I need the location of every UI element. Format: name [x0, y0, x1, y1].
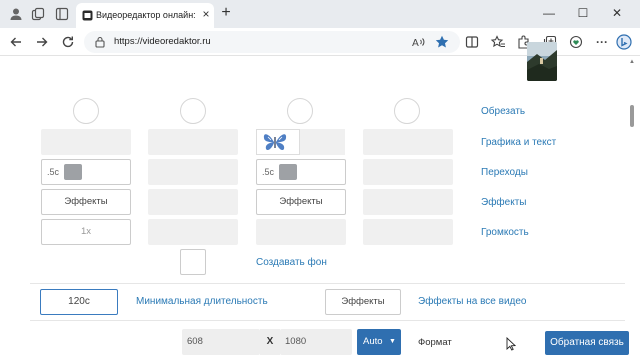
svg-text:A: A: [412, 38, 419, 49]
tab-bar: Видеоредактор онлайн: обрезать × + — ☐ ✕: [0, 0, 640, 28]
transition-seconds[interactable]: .5c: [47, 167, 59, 177]
transition-swatch[interactable]: [64, 164, 82, 180]
profile-icon[interactable]: [8, 6, 24, 22]
feedback-button[interactable]: Обратная связь: [545, 331, 629, 355]
browser-tab[interactable]: Видеоредактор онлайн: обрезать ×: [76, 3, 214, 28]
url-text[interactable]: https://videoredaktor.ru: [114, 36, 211, 47]
effects-placeholder[interactable]: [148, 189, 238, 215]
transitions-link[interactable]: Переходы: [481, 167, 528, 178]
clip-select-radio[interactable]: [394, 98, 420, 124]
address-bar[interactable]: https://videoredaktor.ru: [84, 31, 460, 53]
clip-select-radio[interactable]: [73, 98, 99, 124]
minimize-icon[interactable]: —: [540, 5, 558, 21]
volume-placeholder[interactable]: [148, 219, 238, 245]
transition-box[interactable]: .5c: [41, 159, 131, 185]
crop-link[interactable]: Обрезать: [481, 106, 525, 117]
auto-dropdown-button[interactable]: Auto ▼: [357, 329, 401, 355]
scrollbar-thumb[interactable]: [630, 105, 634, 127]
forward-arrow-icon[interactable]: [34, 34, 50, 50]
effects-link[interactable]: Эффекты: [481, 197, 526, 208]
height-input[interactable]: 1080: [280, 329, 352, 355]
butterfly-graphic-image[interactable]: [256, 129, 300, 155]
site-favicon-icon: [82, 10, 93, 21]
split-screen-icon[interactable]: [464, 34, 480, 50]
transition-placeholder[interactable]: [363, 159, 453, 185]
more-icon[interactable]: ···: [594, 34, 610, 50]
format-label: Формат: [418, 337, 452, 348]
scroll-up-arrow-icon[interactable]: ▲: [629, 59, 635, 65]
favorites-icon[interactable]: [490, 34, 506, 50]
min-duration-link[interactable]: Минимальная длительность: [136, 296, 268, 307]
width-value[interactable]: 608: [187, 336, 203, 347]
duration-input[interactable]: 120с: [40, 289, 118, 315]
clip-select-radio[interactable]: [180, 98, 206, 124]
feedback-heart-icon[interactable]: [568, 34, 584, 50]
graphics-placeholder[interactable]: [41, 129, 131, 155]
close-tab-icon[interactable]: ×: [200, 8, 212, 20]
maximize-icon[interactable]: ☐: [574, 5, 592, 21]
height-value[interactable]: 1080: [285, 336, 306, 347]
clip-select-radio[interactable]: [287, 98, 313, 124]
graphics-placeholder[interactable]: [363, 129, 453, 155]
volume-input[interactable]: 1x: [41, 219, 131, 245]
new-tab-plus-icon[interactable]: +: [218, 5, 234, 21]
volume-link[interactable]: Громкость: [481, 227, 529, 238]
favorite-star-icon[interactable]: [434, 34, 450, 50]
width-input[interactable]: 608: [182, 329, 260, 355]
tab-actions-icon[interactable]: [54, 6, 70, 22]
auto-label: Auto: [363, 336, 383, 347]
transition-placeholder[interactable]: [148, 159, 238, 185]
effects-placeholder[interactable]: [363, 189, 453, 215]
transition-swatch[interactable]: [279, 164, 297, 180]
lock-icon[interactable]: [94, 36, 106, 48]
effects-button[interactable]: Эффекты: [256, 189, 346, 215]
graphics-placeholder[interactable]: [148, 129, 238, 155]
global-effects-button[interactable]: Эффекты: [325, 289, 401, 315]
window-close-icon[interactable]: ✕: [608, 5, 626, 21]
video-thumbnail-image[interactable]: [527, 42, 557, 81]
chevron-down-icon: ▼: [389, 338, 396, 345]
transition-box[interactable]: .5c: [256, 159, 346, 185]
page-scrollbar[interactable]: ▲: [628, 57, 636, 360]
workspaces-icon[interactable]: [30, 6, 46, 22]
divider: [30, 283, 625, 284]
volume-placeholder[interactable]: [363, 219, 453, 245]
mouse-cursor-icon: [506, 336, 517, 351]
create-background-checkbox[interactable]: [180, 249, 206, 275]
effects-button[interactable]: Эффекты: [41, 189, 131, 215]
graphics-placeholder[interactable]: [300, 129, 345, 155]
transition-seconds[interactable]: .5c: [262, 167, 274, 177]
create-background-link[interactable]: Создавать фон: [256, 257, 327, 268]
read-aloud-icon[interactable]: A: [410, 34, 426, 50]
effects-all-videos-link[interactable]: Эффекты на все видео: [418, 296, 527, 307]
bing-icon[interactable]: [616, 34, 632, 50]
tab-title: Видеоредактор онлайн: обрезать: [96, 10, 196, 20]
graphics-text-link[interactable]: Графика и текст: [481, 137, 556, 148]
resolution-separator: X: [260, 329, 280, 355]
volume-placeholder[interactable]: [256, 219, 346, 245]
divider: [30, 320, 625, 321]
back-arrow-icon[interactable]: [8, 34, 24, 50]
refresh-icon[interactable]: [60, 34, 76, 50]
